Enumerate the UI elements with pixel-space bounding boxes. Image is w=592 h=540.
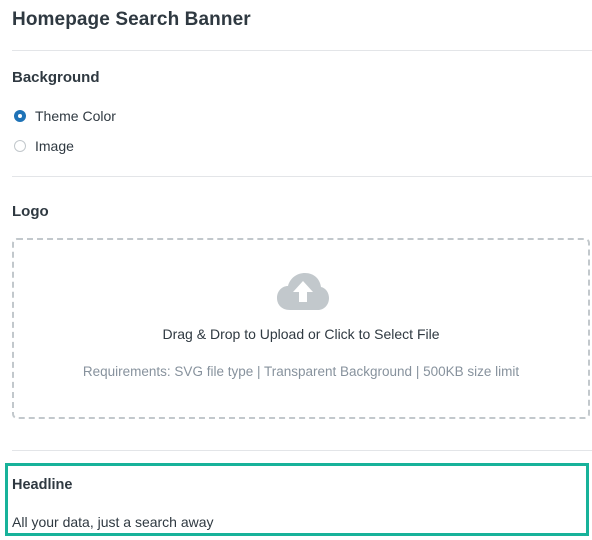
radio-theme-color[interactable] xyxy=(14,110,26,122)
background-option-theme-color[interactable]: Theme Color xyxy=(14,108,116,124)
upload-requirements: Requirements: SVG file type | Transparen… xyxy=(82,364,520,379)
banner-settings-panel: Homepage Search Banner Background Theme … xyxy=(0,0,592,540)
headline-section[interactable]: Headline All your data, just a search aw… xyxy=(5,463,589,536)
divider xyxy=(12,450,592,451)
logo-upload-dropzone[interactable]: Drag & Drop to Upload or Click to Select… xyxy=(12,238,590,419)
logo-section-label: Logo xyxy=(12,203,49,220)
radio-image[interactable] xyxy=(14,140,26,152)
divider xyxy=(12,176,592,177)
radio-label-theme-color: Theme Color xyxy=(35,108,116,124)
headline-label: Headline xyxy=(12,477,73,493)
background-option-image[interactable]: Image xyxy=(14,138,74,154)
page-title: Homepage Search Banner xyxy=(12,9,251,30)
headline-value[interactable]: All your data, just a search away xyxy=(12,514,214,530)
upload-instructions: Drag & Drop to Upload or Click to Select… xyxy=(162,326,440,342)
radio-label-image: Image xyxy=(35,138,74,154)
cloud-upload-icon xyxy=(277,273,329,310)
background-section-label: Background xyxy=(12,69,100,86)
divider xyxy=(12,50,592,51)
